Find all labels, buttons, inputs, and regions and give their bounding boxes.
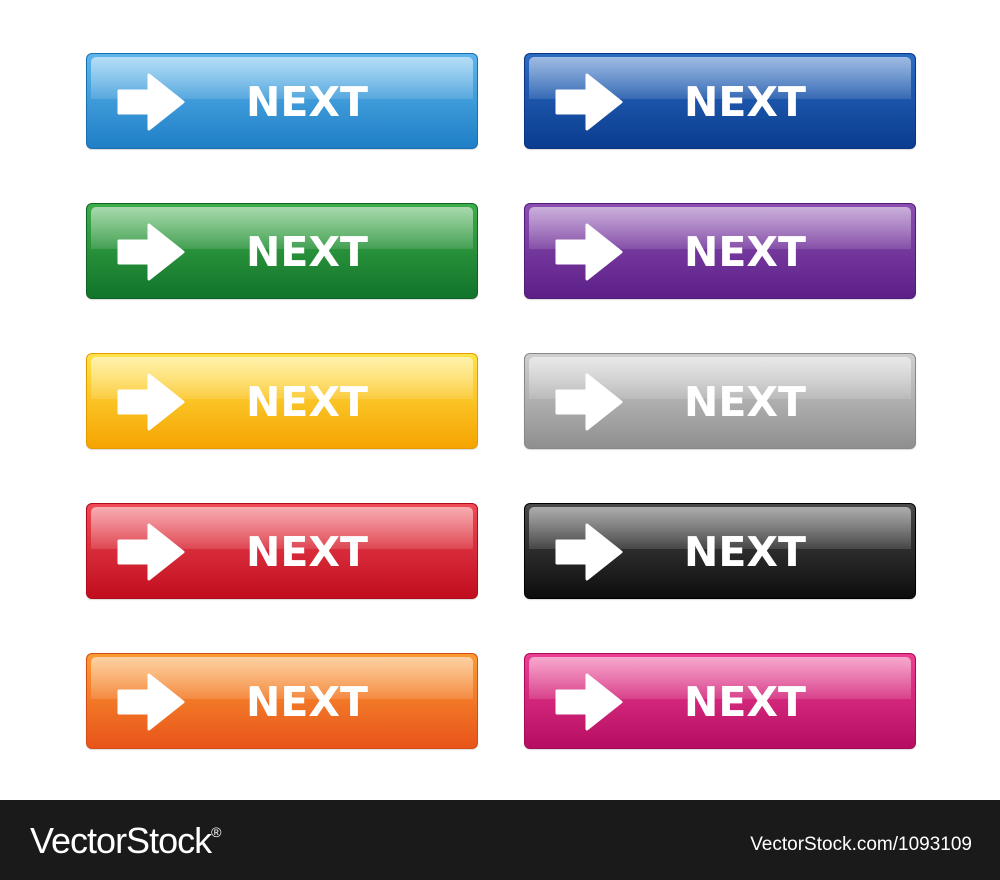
arrow-right-icon [117,523,185,581]
next-button-navy[interactable]: NEXT [524,53,916,149]
arrow-right-icon [117,223,185,281]
button-label: NEXT [246,528,368,576]
vectorstock-logo: VectorStock® [30,820,221,862]
arrow-right-icon [117,373,185,431]
button-label: NEXT [246,378,368,426]
button-label: NEXT [684,228,806,276]
arrow-right-icon [117,73,185,131]
next-button-black[interactable]: NEXT [524,503,916,599]
image-id: VectorStock.com/1093109 [750,834,972,855]
next-button-yellow[interactable]: NEXT [86,353,478,449]
next-button-gray[interactable]: NEXT [524,353,916,449]
button-label: NEXT [246,78,368,126]
arrow-right-icon [555,523,623,581]
arrow-right-icon [555,673,623,731]
next-button-pink[interactable]: NEXT [524,653,916,749]
arrow-right-icon [555,73,623,131]
registered-mark: ® [211,824,221,840]
button-label: NEXT [684,78,806,126]
logo-text: VectorStock [30,820,212,861]
arrow-right-icon [117,673,185,731]
arrow-right-icon [555,223,623,281]
next-button-red[interactable]: NEXT [86,503,478,599]
next-button-purple[interactable]: NEXT [524,203,916,299]
button-label: NEXT [246,228,368,276]
next-button-orange[interactable]: NEXT [86,653,478,749]
button-label: NEXT [246,678,368,726]
watermark-footer: VectorStock® VectorStock.com/1093109 [0,800,1000,880]
button-label: NEXT [684,528,806,576]
next-button-blue[interactable]: NEXT [86,53,478,149]
button-label: NEXT [684,678,806,726]
button-label: NEXT [684,378,806,426]
arrow-right-icon [555,373,623,431]
next-button-green[interactable]: NEXT [86,203,478,299]
